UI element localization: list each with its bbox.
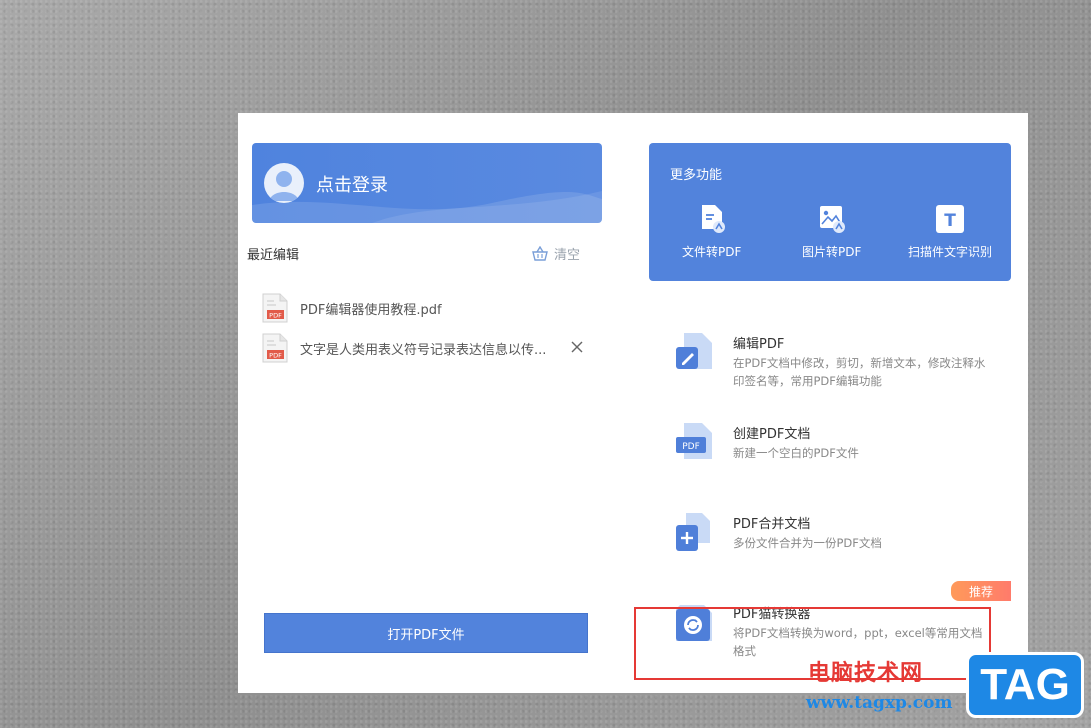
pdf-file-icon: PDF	[262, 293, 288, 323]
edit-pdf-tool[interactable]: 编辑PDF 在PDF文档中修改，剪切，新增文本，修改注释水印签名等，常用PDF编…	[674, 333, 994, 393]
more-features-card: 更多功能 文件转PDF 图片转PDF T 扫描件文字识别	[649, 143, 1011, 281]
avatar[interactable]	[264, 163, 304, 203]
wave-decoration	[252, 191, 602, 223]
ocr-icon: T	[936, 205, 964, 233]
edit-pdf-icon	[676, 333, 712, 369]
more-features-title: 更多功能	[670, 168, 723, 183]
tool-name: PDF合并文档	[733, 517, 811, 532]
merge-pdf-tool[interactable]: PDF合并文档 多份文件合并为一份PDF文档	[674, 513, 994, 573]
tool-description: 多份文件合并为一份PDF文档	[733, 536, 882, 550]
recent-file-item[interactable]: PDF 文字是人类用表义符号记录表达信息以传...	[262, 328, 592, 368]
file-convert-icon	[701, 205, 725, 233]
clear-button[interactable]: 清空	[532, 244, 580, 263]
feature-label: 图片转PDF	[802, 245, 862, 259]
watermark-url: www.tagxp.com	[806, 693, 953, 713]
tag-logo: TAG	[966, 652, 1084, 718]
close-icon[interactable]	[570, 340, 584, 354]
login-label[interactable]: 点击登录	[316, 171, 388, 197]
recommend-badge: 推荐	[951, 581, 1011, 601]
tool-description: 新建一个空白的PDF文件	[733, 446, 859, 460]
svg-text:PDF: PDF	[682, 442, 700, 452]
file-to-pdf-button[interactable]: 文件转PDF	[682, 203, 741, 260]
file-name[interactable]: PDF编辑器使用教程.pdf	[300, 299, 550, 318]
image-to-pdf-button[interactable]: 图片转PDF	[802, 203, 861, 260]
basket-icon	[532, 246, 548, 261]
watermark-text: 电脑技术网	[808, 661, 924, 686]
svg-text:T: T	[944, 211, 956, 231]
ocr-button[interactable]: T 扫描件文字识别	[908, 203, 992, 260]
create-pdf-tool[interactable]: PDF 创建PDF文档 新建一个空白的PDF文件	[674, 423, 994, 483]
file-name[interactable]: 文字是人类用表义符号记录表达信息以传...	[300, 339, 550, 358]
login-card[interactable]: 点击登录	[252, 143, 602, 223]
feature-label: 文件转PDF	[682, 245, 742, 259]
tool-description: 在PDF文档中修改，剪切，新增文本，修改注释水印签名等，常用PDF编辑功能	[733, 356, 986, 388]
open-pdf-button[interactable]: 打开PDF文件	[264, 613, 588, 653]
image-convert-icon	[819, 206, 845, 233]
svg-text:PDF: PDF	[269, 352, 282, 360]
clear-label: 清空	[554, 248, 581, 263]
svg-text:PDF: PDF	[269, 312, 282, 320]
feature-label: 扫描件文字识别	[908, 245, 993, 259]
recent-file-item[interactable]: PDF PDF编辑器使用教程.pdf	[262, 288, 592, 328]
pdf-app-window: 点击登录 最近编辑 清空 PDF PDF编辑器使用教程.pdf PDF 文字是人…	[238, 113, 1028, 693]
tool-name: 创建PDF文档	[733, 427, 811, 442]
pdf-file-icon: PDF	[262, 333, 288, 363]
merge-pdf-icon	[676, 513, 710, 551]
create-pdf-icon: PDF	[676, 423, 712, 459]
recent-edits-title: 最近编辑	[247, 248, 300, 263]
tool-name: 编辑PDF	[733, 337, 785, 352]
recent-file-list: PDF PDF编辑器使用教程.pdf PDF 文字是人类用表义符号记录表达信息以…	[262, 288, 592, 368]
